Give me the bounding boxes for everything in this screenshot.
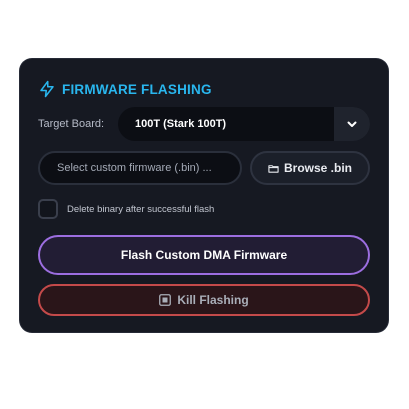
target-board-dropdown-toggle[interactable] — [334, 107, 370, 141]
browse-bin-button[interactable]: Browse .bin — [250, 151, 370, 185]
browse-bin-label: Browse .bin — [283, 161, 352, 175]
firmware-flashing-panel: FIRMWARE FLASHING Target Board: 100T (St… — [20, 59, 388, 332]
flash-firmware-label: Flash Custom DMA Firmware — [120, 248, 288, 262]
chevron-down-icon — [346, 118, 358, 130]
panel-title: FIRMWARE FLASHING — [62, 81, 212, 97]
delete-binary-label: Delete binary after successful flash — [67, 203, 215, 215]
custom-firmware-input[interactable] — [38, 151, 242, 185]
kill-flashing-button[interactable]: Kill Flashing — [38, 284, 370, 316]
kill-flashing-label: Kill Flashing — [177, 293, 249, 307]
target-board-row: Target Board: 100T (Stark 100T) — [38, 107, 370, 141]
stop-icon — [159, 294, 172, 306]
panel-header: FIRMWARE FLASHING — [38, 79, 212, 99]
delete-binary-option: Delete binary after successful flash — [38, 198, 214, 220]
target-board-value: 100T (Stark 100T) — [135, 118, 227, 130]
target-board-select[interactable]: 100T (Stark 100T) — [118, 107, 370, 141]
lightning-icon — [38, 80, 56, 98]
delete-binary-checkbox[interactable] — [38, 199, 58, 219]
flash-firmware-button[interactable]: Flash Custom DMA Firmware — [38, 235, 370, 275]
target-board-label: Target Board: — [38, 118, 105, 130]
folder-icon — [268, 163, 279, 174]
